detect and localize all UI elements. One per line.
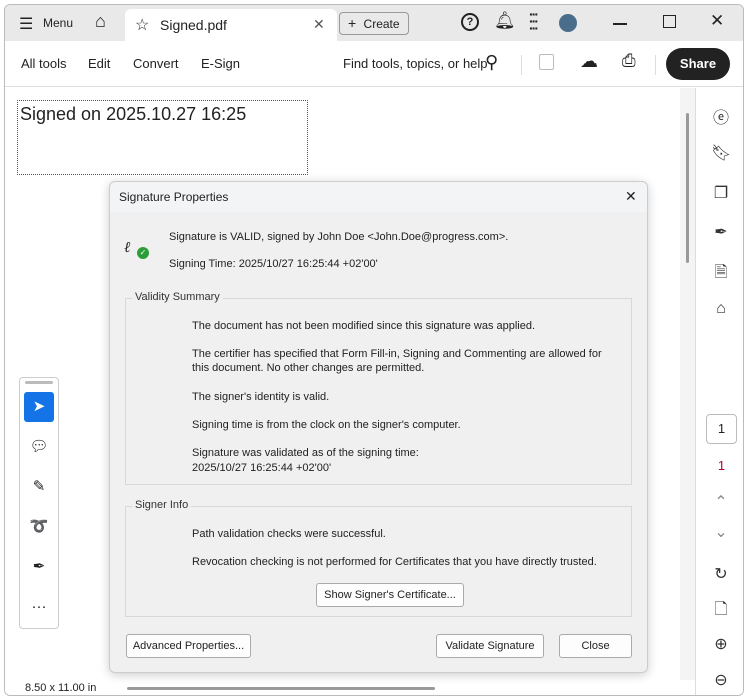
print-icon[interactable]: ⎙	[622, 51, 636, 71]
dialog-title: Signature Properties	[119, 190, 229, 204]
signing-time: Signing Time: 2025/10/27 16:25:44 +02'00…	[169, 258, 378, 270]
signer-info-legend: Signer Info	[132, 499, 192, 511]
minimize-button[interactable]	[613, 23, 627, 25]
divider	[655, 55, 656, 75]
star-icon[interactable]: ☆	[135, 15, 149, 35]
ai-assistant-icon[interactable]: ⓔ	[711, 104, 731, 127]
next-page-icon[interactable]: ⌄	[711, 522, 731, 542]
show-certificate-button[interactable]: Show Signer's Certificate...	[316, 583, 464, 607]
page-size: 8.50 x 11.00 in	[25, 682, 97, 694]
dialog-header: Signature Properties ✕	[110, 182, 647, 212]
validity-line: The signer's identity is valid.	[192, 391, 330, 403]
edit-menu[interactable]: Edit	[88, 56, 110, 71]
signer-info-group: Signer Info Path validation checks were …	[125, 499, 632, 617]
search-icon[interactable]: ⚲	[485, 52, 498, 73]
status-bar: 8.50 x 11.00 in	[5, 680, 695, 695]
plus-icon: +	[348, 15, 357, 31]
comment-tool-icon[interactable]: 💬︎	[24, 432, 54, 462]
create-button[interactable]: + Create	[339, 12, 409, 35]
home-icon[interactable]: ⌂	[95, 11, 106, 32]
close-tab-icon[interactable]: ✕	[313, 16, 325, 33]
more-tools-icon[interactable]: ···	[24, 592, 54, 622]
signer-line: Revocation checking is not performed for…	[192, 556, 597, 568]
save-icon[interactable]	[539, 54, 554, 70]
divider	[521, 55, 522, 75]
document-icon[interactable]: 🗎	[711, 261, 731, 281]
signature-valid-icon: ℓ ✓	[124, 238, 149, 259]
drag-handle[interactable]	[25, 381, 53, 384]
close-window-button[interactable]: ✕	[710, 11, 724, 31]
page-number-input[interactable]: 1	[706, 414, 737, 444]
sign-tool-icon[interactable]: ✒	[24, 552, 54, 582]
signature-status: Signature is VALID, signed by John Doe <…	[169, 231, 509, 243]
protect-icon[interactable]: ⌂	[711, 300, 731, 320]
horizontal-scrollbar[interactable]	[127, 687, 435, 690]
previous-page-icon[interactable]: ⌃	[711, 492, 731, 512]
title-bar: ☰ Menu ⌂ ☆ Signed.pdf ✕ + Create ? 🔔︎ ··…	[5, 5, 743, 41]
quick-tools-panel: ➤ 💬︎ ✎ ➰ ✒ ···	[19, 377, 59, 629]
avatar[interactable]	[559, 14, 577, 32]
close-button[interactable]: Close	[559, 634, 632, 658]
validity-line: The document has not been modified since…	[192, 320, 536, 332]
rotate-icon[interactable]: ↻	[711, 564, 731, 584]
validity-line: The certifier has specified that Form Fi…	[192, 348, 602, 374]
maximize-button[interactable]	[663, 15, 676, 28]
scrollbar-thumb[interactable]	[686, 113, 689, 263]
advanced-properties-button[interactable]: Advanced Properties...	[126, 634, 251, 658]
close-dialog-icon[interactable]: ✕	[625, 188, 637, 205]
tab-title: Signed.pdf	[160, 17, 227, 33]
menu-button[interactable]: Menu	[43, 16, 73, 30]
app-window: ☰ Menu ⌂ ☆ Signed.pdf ✕ + Create ? 🔔︎ ··…	[4, 4, 744, 696]
all-tools-menu[interactable]: All tools	[21, 56, 67, 71]
esign-menu[interactable]: E-Sign	[201, 56, 240, 71]
convert-menu[interactable]: Convert	[133, 56, 179, 71]
zoom-out-icon[interactable]: ⊖	[711, 670, 731, 690]
zoom-in-icon[interactable]: ⊕	[711, 634, 731, 654]
validate-signature-button[interactable]: Validate Signature	[436, 634, 544, 658]
hamburger-icon[interactable]: ☰	[19, 14, 33, 34]
signature-properties-dialog: Signature Properties ✕ ℓ ✓ Signature is V…	[109, 181, 648, 673]
draw-tool-icon[interactable]: ➰	[24, 512, 54, 542]
apps-grid-icon[interactable]: ··· ··· ···	[529, 7, 539, 35]
signature-field[interactable]: Signed on 2025.10.27 16:25	[17, 100, 308, 175]
total-pages: 1	[717, 458, 726, 473]
cloud-upload-icon[interactable]: ☁	[580, 51, 598, 72]
help-icon[interactable]: ?	[461, 13, 479, 31]
toolbar: All tools Edit Convert E-Sign Find tools…	[5, 41, 743, 87]
vertical-scrollbar[interactable]	[680, 88, 695, 680]
validity-summary-legend: Validity Summary	[132, 291, 223, 303]
validity-line: Signature was validated as of the signin…	[192, 447, 419, 459]
share-button[interactable]: Share	[666, 48, 730, 80]
bookmark-icon[interactable]: 🔖︎	[711, 143, 731, 163]
validity-summary-group: Validity Summary The document has not be…	[125, 291, 632, 485]
validity-line: 2025/10/27 16:25:44 +02'00'	[192, 462, 332, 474]
pages-icon[interactable]: ❐	[711, 183, 731, 203]
tab-signed-pdf[interactable]: ☆ Signed.pdf ✕	[125, 9, 337, 41]
select-tool-icon[interactable]: ➤	[24, 392, 54, 422]
signer-line: Path validation checks were successful.	[192, 528, 386, 540]
fill-sign-icon[interactable]: ✒	[711, 222, 731, 242]
right-sidebar: ⓔ 🔖︎ ❐ ✒ 🗎 ⌂ 1 1 ⌃ ⌄ ↻ 🗋 ⊕ ⊖	[695, 88, 743, 695]
create-label: Create	[363, 17, 400, 31]
highlight-tool-icon[interactable]: ✎	[24, 472, 54, 502]
validity-line: Signing time is from the clock on the si…	[192, 419, 461, 431]
search-tools-input[interactable]: Find tools, topics, or help	[343, 56, 488, 71]
extract-page-icon[interactable]: 🗋	[711, 598, 731, 618]
bell-icon[interactable]: 🔔︎	[494, 11, 516, 31]
